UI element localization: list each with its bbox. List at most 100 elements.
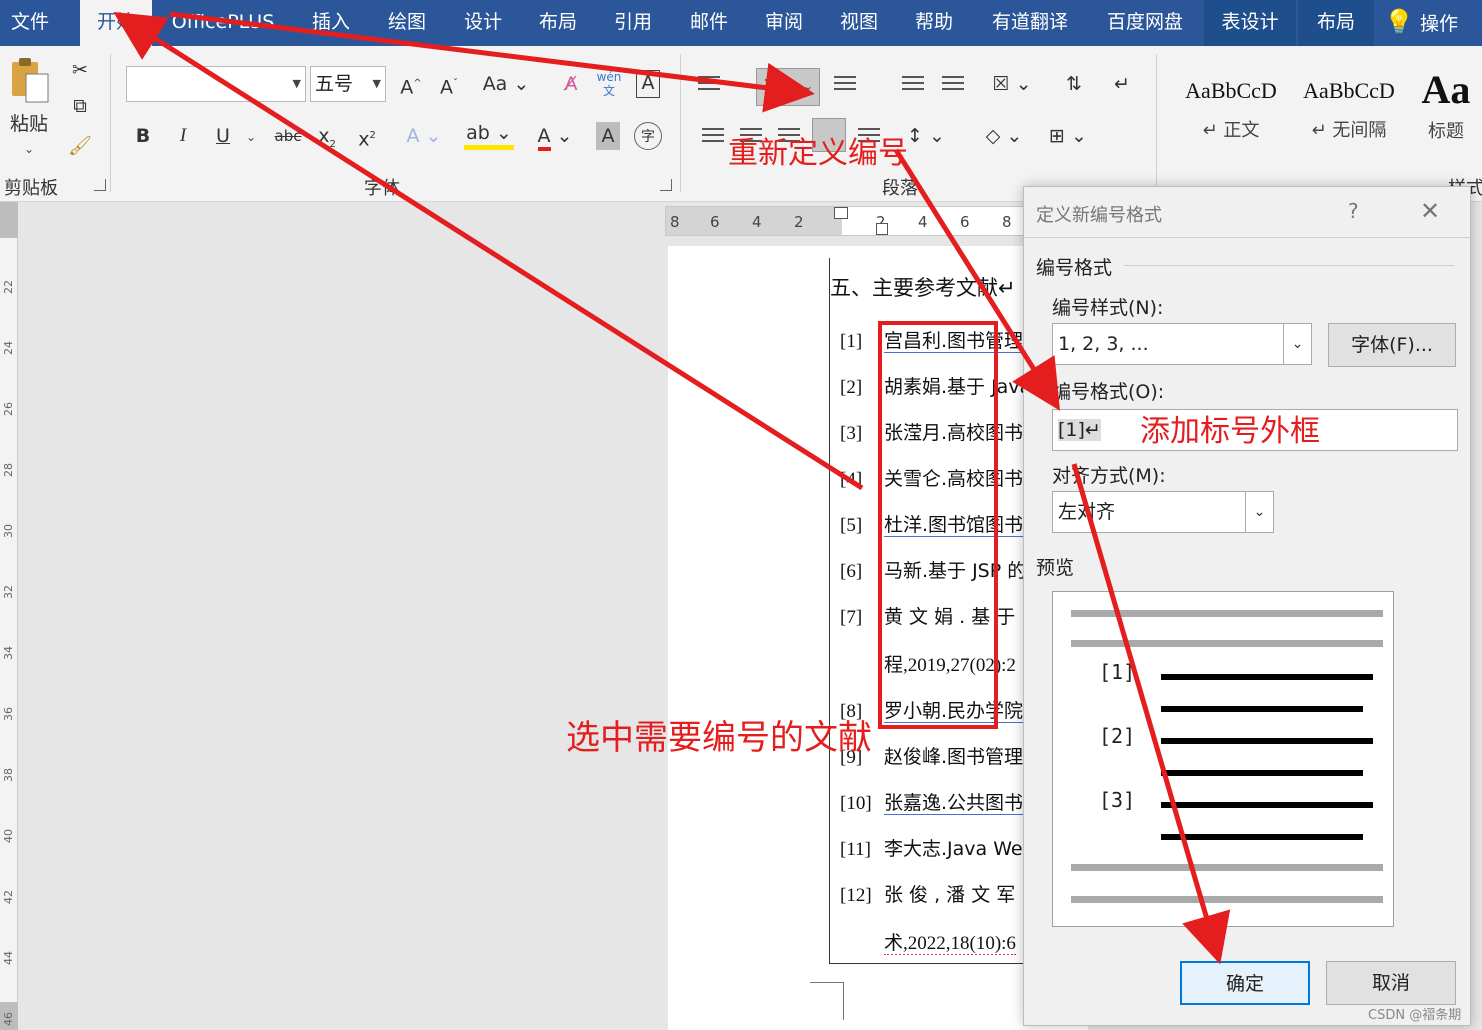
preview-line (1161, 738, 1373, 744)
preview-box: [1] [2] [3] (1052, 591, 1394, 927)
style-heading[interactable]: Aa 标题 (1410, 66, 1482, 156)
preview-line (1071, 864, 1383, 871)
phonetic-guide-icon[interactable]: wén 文 (596, 70, 622, 98)
title-divider (1024, 237, 1470, 238)
style-normal[interactable]: AaBbCcD ↵ 正文 (1172, 66, 1290, 156)
tab-table-layout[interactable]: 布局 (1298, 0, 1374, 46)
hanging-indent-marker[interactable] (876, 223, 888, 235)
increase-indent-icon[interactable] (942, 76, 964, 94)
reference-item[interactable]: [10] 张嘉逸.公共图书 (840, 788, 1024, 815)
style-no-spacing[interactable]: AaBbCcD ↵ 无间隔 (1290, 66, 1408, 156)
tab-references[interactable]: 引用 (600, 0, 666, 46)
tab-review[interactable]: 审阅 (751, 0, 817, 46)
cut-icon[interactable]: ✂ (66, 56, 94, 84)
numbering-button[interactable]: ⌄ (756, 68, 820, 106)
first-line-indent-marker[interactable] (834, 207, 848, 219)
clipboard-launcher-icon[interactable] (94, 179, 106, 191)
tab-insert[interactable]: 插入 (298, 0, 364, 46)
tab-design[interactable]: 设计 (450, 0, 516, 46)
ruler-tick: 30 (2, 524, 15, 538)
ruler-tick: 8 (1002, 213, 1012, 231)
ruler-tick: 4 (752, 213, 762, 231)
ruler-tick: 28 (2, 463, 15, 477)
font-name-combo[interactable]: ▼ (126, 66, 306, 102)
ruler-margin (0, 202, 18, 238)
char-border-icon[interactable]: A (636, 70, 660, 98)
ok-button[interactable]: 确定 (1180, 961, 1310, 1005)
tab-tell-me[interactable]: 💡 操作 (1384, 0, 1482, 46)
copy-icon[interactable]: ⧉ (66, 92, 94, 120)
cancel-button[interactable]: 取消 (1326, 961, 1456, 1005)
sort-icon[interactable]: ⇅ (1060, 70, 1088, 98)
strikethrough-icon[interactable]: abc (272, 122, 304, 150)
paste-button[interactable] (8, 56, 52, 104)
preview-line (1071, 896, 1383, 903)
clear-format-icon[interactable]: A̸ (556, 70, 586, 98)
line-spacing-icon[interactable]: ↕ ⌄ (902, 122, 950, 150)
ruler-tick: 44 (2, 951, 15, 965)
borders-icon[interactable]: ⊞ ⌄ (1042, 122, 1094, 150)
references-heading[interactable]: 五、主要参考文献↵ (830, 272, 1016, 302)
tab-file[interactable]: 文件 (0, 0, 60, 46)
ruler-tick: 40 (2, 829, 15, 843)
reference-item[interactable]: [12] 张 俊 , 潘 文 军 (840, 880, 1024, 907)
superscript-icon[interactable]: x2 (354, 122, 380, 150)
number-style-select[interactable]: 1, 2, 3, ... ⌄ (1052, 323, 1312, 365)
chevron-down-icon[interactable]: ⌄ (246, 130, 256, 144)
preview-line (1161, 706, 1363, 712)
underline-icon[interactable]: U (208, 122, 238, 150)
ruler-tick: 22 (2, 280, 15, 294)
number-format-label: 编号格式(O): (1052, 381, 1165, 403)
tab-officeplus[interactable]: OfficePLUS (160, 0, 286, 46)
tab-baidu[interactable]: 百度网盘 (1095, 0, 1195, 46)
subscript-icon[interactable]: x2 (314, 122, 340, 150)
tab-draw[interactable]: 绘图 (374, 0, 440, 46)
multilevel-list-icon[interactable] (834, 76, 856, 94)
reference-item[interactable]: [11] 李大志.Java Web (840, 834, 1024, 861)
text-effects-icon[interactable]: A ⌄ (402, 122, 446, 150)
tab-view[interactable]: 视图 (826, 0, 892, 46)
change-case-icon[interactable]: Aa ⌄ (482, 70, 530, 98)
tab-table-design[interactable]: 表设计 (1204, 0, 1296, 46)
bullets-icon[interactable] (698, 76, 720, 94)
tab-home[interactable]: 开始 (80, 0, 152, 46)
shading-icon[interactable]: ◇ ⌄ (978, 122, 1030, 150)
annotation-add-bracket: 添加标号外框 (1140, 414, 1320, 449)
font-button[interactable]: 字体(F)... (1328, 323, 1456, 367)
close-icon[interactable]: ✕ (1420, 197, 1440, 225)
alignment-select[interactable]: 左对齐 ⌄ (1052, 491, 1274, 533)
paste-dropdown-icon[interactable]: ⌄ (24, 142, 34, 156)
show-marks-icon[interactable]: ↵ (1108, 70, 1136, 98)
decrease-indent-icon[interactable] (902, 76, 924, 94)
tab-mailings[interactable]: 邮件 (676, 0, 742, 46)
char-shading-icon[interactable]: A (596, 122, 620, 150)
asian-layout-icon[interactable]: ☒ ⌄ (988, 70, 1036, 98)
shrink-font-icon[interactable]: Aˇ (436, 70, 462, 98)
paste-label[interactable]: 粘贴 (6, 110, 52, 138)
section-divider (1124, 265, 1454, 266)
chevron-down-icon: ▼ (372, 77, 381, 90)
group-separator (680, 54, 681, 192)
reference-continuation[interactable]: 术,2022,18(10):6 (884, 928, 1024, 955)
align-left-icon[interactable] (702, 128, 724, 146)
font-size-combo[interactable]: 五号 ▼ (310, 66, 386, 102)
font-launcher-icon[interactable] (660, 179, 672, 191)
tab-youdao[interactable]: 有道翻译 (980, 0, 1080, 46)
tab-help[interactable]: 帮助 (901, 0, 967, 46)
numbering-icon (765, 79, 787, 97)
enclose-char-icon[interactable]: 字 (634, 122, 662, 150)
grow-font-icon[interactable]: A^ (398, 70, 424, 98)
chevron-down-icon: ⌄ (1283, 324, 1311, 364)
bold-icon[interactable]: B (132, 122, 154, 150)
vertical-ruler: 22 24 26 28 30 32 34 36 38 40 42 44 46 (0, 202, 18, 1030)
horizontal-ruler: 8 6 4 2 2 4 6 8 (665, 206, 1025, 236)
format-painter-icon[interactable]: 🖌 (66, 132, 94, 160)
tab-layout[interactable]: 布局 (525, 0, 591, 46)
preview-line (1161, 770, 1363, 776)
highlight-icon[interactable]: ab ⌄ (464, 122, 514, 150)
ruler-tick: 42 (2, 890, 15, 904)
clipboard-group-label: 剪贴板 (4, 178, 58, 199)
font-color-icon[interactable]: A ⌄ (530, 122, 580, 151)
italic-icon[interactable]: I (172, 122, 194, 150)
help-icon[interactable]: ? (1348, 199, 1359, 223)
